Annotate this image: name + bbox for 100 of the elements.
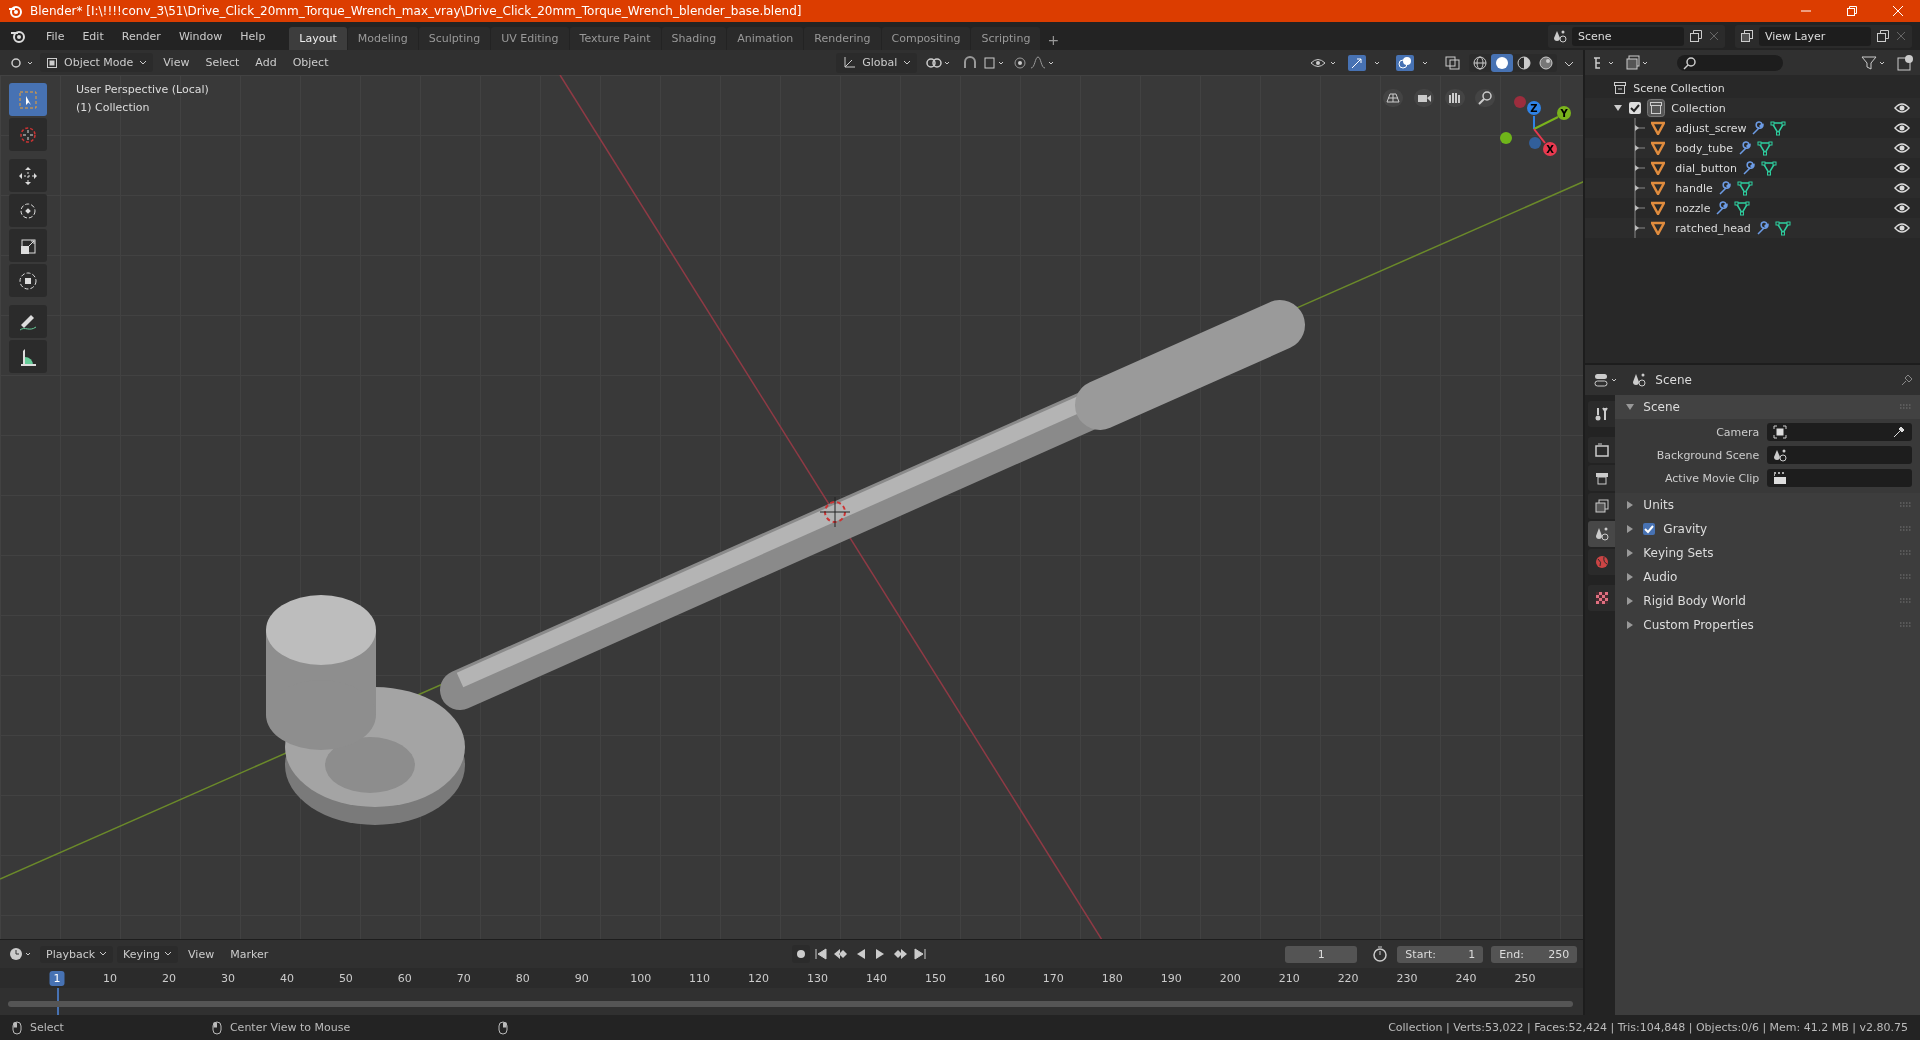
eye-icon[interactable]	[1894, 222, 1910, 234]
mesh-data-icon[interactable]	[1770, 120, 1787, 136]
mesh-data-icon[interactable]	[1760, 160, 1777, 176]
add-workspace-button[interactable]: +	[1041, 30, 1066, 50]
snap-icon[interactable]	[961, 53, 1006, 72]
tool-button[interactable]	[9, 229, 47, 262]
scene-field[interactable]: Scene	[1572, 26, 1684, 46]
input-field[interactable]	[1767, 423, 1912, 441]
menu-item[interactable]: Add	[249, 53, 283, 72]
menu-item[interactable]: Edit	[74, 26, 112, 46]
properties-tab[interactable]	[1588, 465, 1616, 491]
panel-header[interactable]: Rigid Body World	[1615, 589, 1920, 613]
object-label[interactable]: body_tube	[1675, 141, 1734, 155]
menu-item[interactable]: Window	[170, 26, 231, 46]
drag-handle-icon[interactable]	[1900, 404, 1912, 410]
shading-mode-button[interactable]	[1491, 53, 1514, 72]
end-frame-field[interactable]: End: 250	[1491, 945, 1578, 963]
properties-tab[interactable]	[1588, 401, 1616, 427]
eye-icon[interactable]	[1894, 202, 1910, 214]
panel-header[interactable]: Custom Properties	[1615, 613, 1920, 637]
menu-item[interactable]: Object	[286, 53, 335, 72]
timeline-menu[interactable]: Marker	[224, 945, 275, 963]
new-collection-icon[interactable]	[1896, 53, 1914, 72]
input-field[interactable]	[1767, 469, 1912, 487]
wrench-icon[interactable]	[1750, 120, 1767, 136]
menu-item[interactable]: Render	[113, 26, 169, 46]
properties-tab[interactable]	[1588, 437, 1616, 463]
drag-handle-icon[interactable]	[1900, 550, 1912, 556]
object-label[interactable]: nozzle	[1675, 201, 1711, 215]
drag-handle-icon[interactable]	[1900, 598, 1912, 604]
drag-handle-icon[interactable]	[1900, 574, 1912, 580]
workspace-tab[interactable]: Scripting	[971, 27, 1041, 50]
eye-icon[interactable]	[1894, 102, 1910, 114]
camera-view-icon[interactable]	[1414, 89, 1434, 107]
search-field[interactable]	[1677, 54, 1784, 71]
drag-handle-icon[interactable]	[1900, 502, 1912, 508]
disclosure-triangle-icon[interactable]	[1613, 103, 1624, 113]
drag-handle-icon[interactable]	[1900, 622, 1912, 628]
close-icon[interactable]	[1708, 30, 1720, 42]
panel-header[interactable]: Scene	[1615, 395, 1920, 419]
zoom-icon[interactable]	[1475, 89, 1495, 107]
mesh-data-icon[interactable]	[1736, 180, 1753, 196]
panel-header[interactable]: Audio	[1615, 565, 1920, 589]
eye-icon[interactable]	[1894, 142, 1910, 154]
timeline-menu[interactable]: Playback	[40, 945, 114, 963]
view-layer-selector[interactable]: View Layer	[1735, 24, 1912, 48]
copy-icon[interactable]	[1876, 29, 1890, 43]
pin-icon[interactable]	[1900, 373, 1914, 387]
restore-icon[interactable]	[1846, 5, 1858, 17]
drag-handle-icon[interactable]	[1900, 526, 1912, 532]
collection-label[interactable]: Collection	[1671, 101, 1726, 115]
properties-tab[interactable]	[1588, 585, 1616, 611]
input-field[interactable]	[1767, 446, 1912, 464]
panel-header[interactable]: Keying Sets	[1615, 541, 1920, 565]
eye-icon[interactable]	[1894, 162, 1910, 174]
stopwatch-icon[interactable]	[1371, 945, 1390, 963]
scene-collection-label[interactable]: Scene Collection	[1633, 81, 1725, 95]
mesh-data-icon[interactable]	[1774, 220, 1791, 236]
mesh-data-icon[interactable]	[1757, 140, 1774, 156]
view-layer-field[interactable]: View Layer	[1759, 26, 1871, 46]
menu-item[interactable]: File	[38, 26, 73, 46]
scene-selector[interactable]: Scene	[1548, 24, 1725, 48]
menu-item[interactable]: Select	[199, 53, 246, 72]
jump-end-button[interactable]	[911, 945, 928, 963]
tool-button[interactable]	[9, 340, 47, 373]
workspace-tab[interactable]: Compositing	[881, 27, 971, 50]
mesh-data-icon[interactable]	[1734, 200, 1751, 216]
close-icon[interactable]	[1895, 30, 1907, 42]
checkbox[interactable]	[1643, 523, 1656, 535]
jump-start-button[interactable]	[812, 945, 829, 963]
workspace-tab[interactable]: Rendering	[804, 27, 881, 50]
menu-item[interactable]: View	[157, 53, 196, 72]
workspace-tab[interactable]: UV Editing	[491, 27, 569, 50]
perspective-grid-icon[interactable]	[1383, 89, 1403, 107]
eye-icon[interactable]	[1894, 182, 1910, 194]
object-label[interactable]: adjust_screw	[1675, 121, 1747, 135]
workspace-tab[interactable]: Animation	[727, 27, 804, 50]
wrench-icon[interactable]	[1737, 140, 1754, 156]
timeline-menu[interactable]: View	[182, 945, 221, 963]
panel-header[interactable]: Units	[1615, 493, 1920, 517]
object-label[interactable]: handle	[1675, 181, 1713, 195]
copy-icon[interactable]	[1689, 29, 1703, 43]
properties-tab[interactable]	[1588, 521, 1616, 547]
object-label[interactable]: dial_button	[1675, 161, 1737, 175]
wrench-drawing[interactable]	[266, 300, 1305, 825]
start-frame-field[interactable]: Start: 1	[1397, 945, 1484, 963]
tool-button[interactable]	[9, 264, 47, 297]
tool-button[interactable]	[9, 305, 47, 338]
tool-button[interactable]	[9, 194, 47, 227]
properties-tab[interactable]	[1588, 493, 1616, 519]
workspace-tab[interactable]: Modeling	[347, 27, 418, 50]
workspace-tab[interactable]: Shading	[661, 27, 727, 50]
3d-viewport[interactable]: Z Y X User Perspective (Local) (1) Collection	[0, 75, 1584, 939]
timeline-menu[interactable]: Keying	[117, 945, 179, 963]
eyedropper-icon[interactable]	[1892, 425, 1906, 439]
workspace-tab[interactable]: Texture Paint	[569, 27, 661, 50]
menu-item[interactable]: Help	[232, 26, 274, 46]
orientation-dropdown[interactable]: Global	[836, 52, 918, 73]
collection-checkbox[interactable]	[1629, 102, 1642, 114]
workspace-tab[interactable]: Sculpting	[418, 27, 491, 50]
